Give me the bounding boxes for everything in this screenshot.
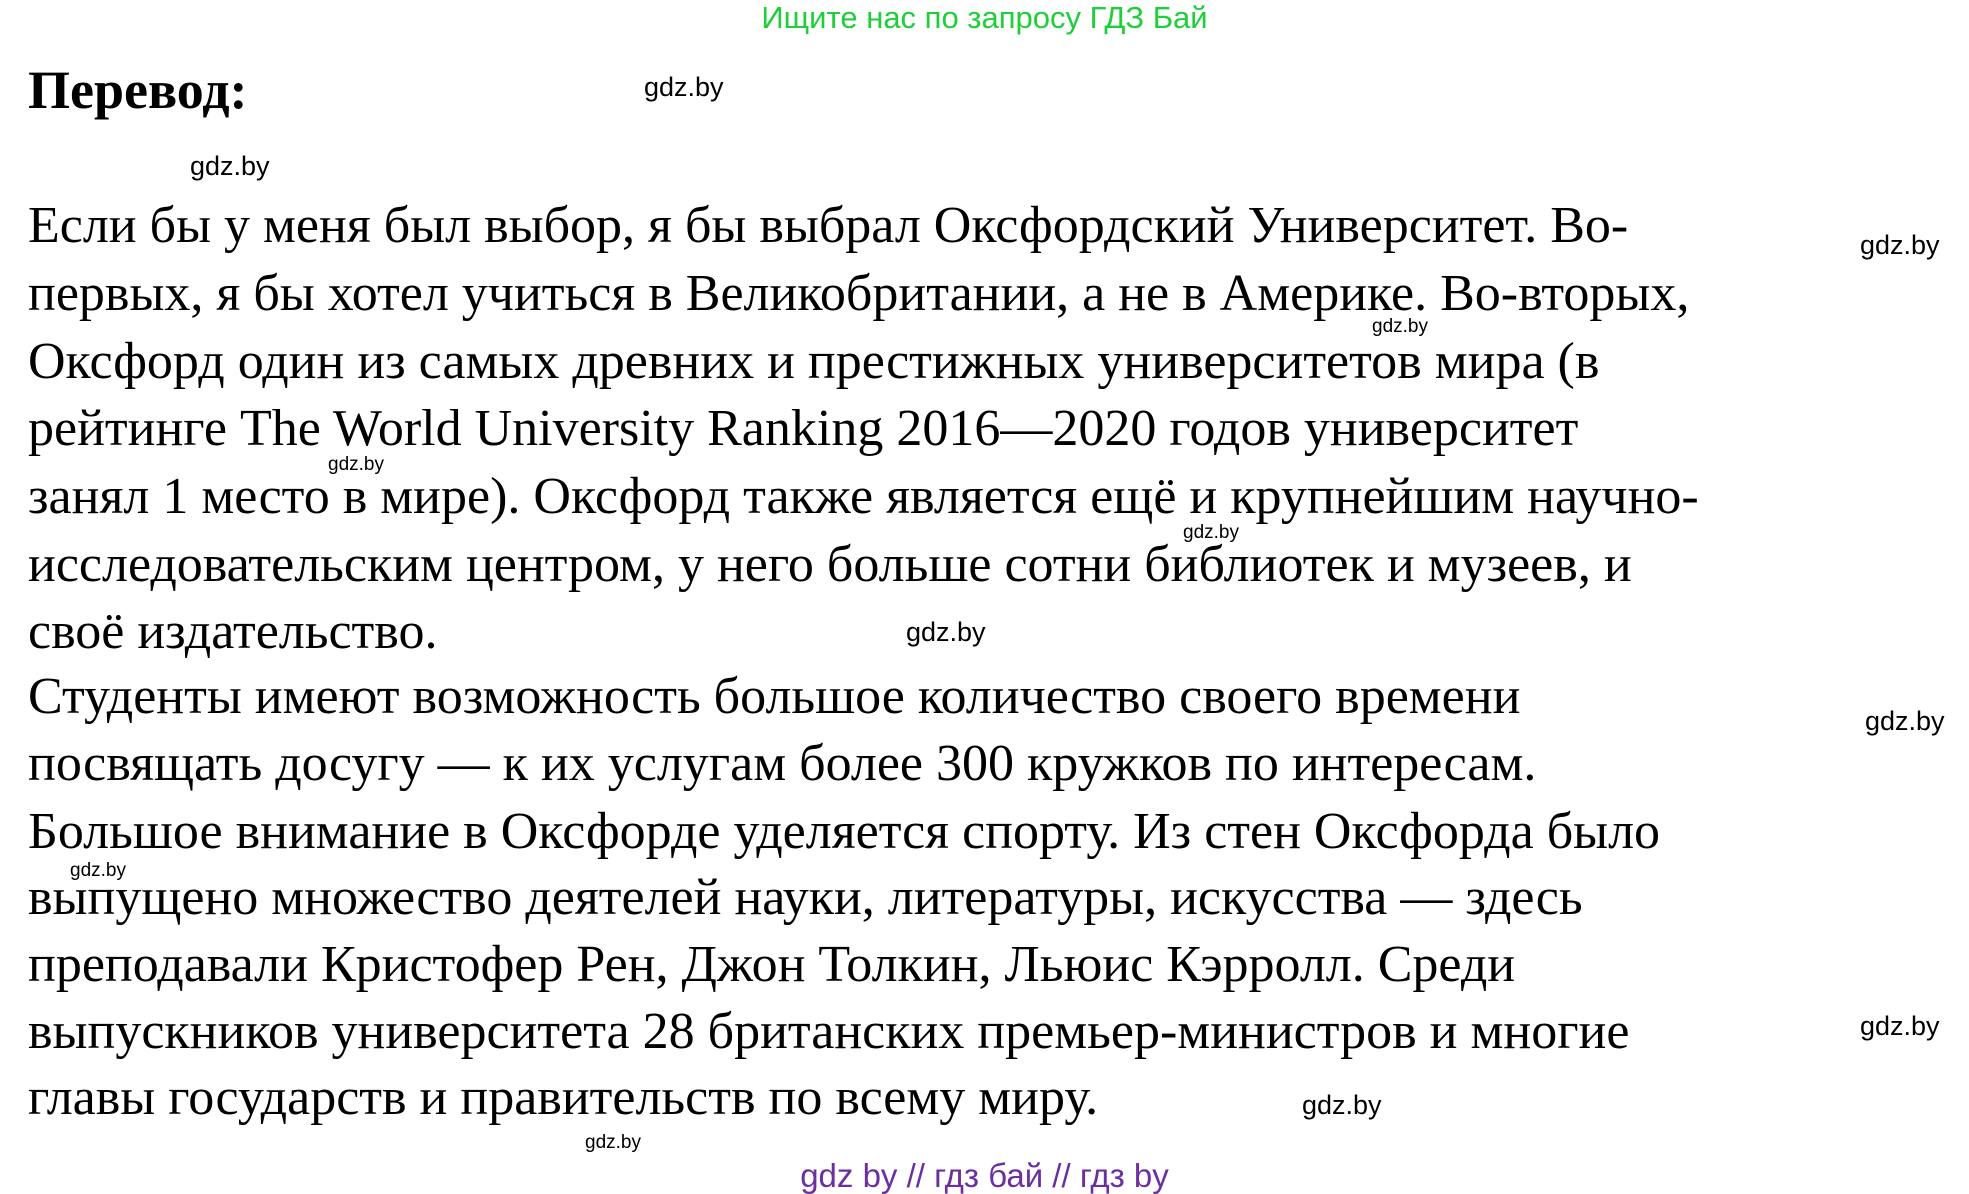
watermark: gdz.by [328,454,384,475]
watermark: gdz.by [1183,522,1239,543]
watermark: gdz.by [1860,1011,1940,1041]
text-line: Студенты имеют возможность большое колич… [28,668,1521,725]
text-line: Большое внимание в Оксфорде уделяется сп… [28,803,1661,860]
text-line: Оксфорд один из самых древних и престижн… [28,333,1600,390]
text-line: посвящать досугу — к их услугам более 30… [28,735,1537,792]
watermark: gdz.by [70,860,126,881]
watermark: gdz.by [1302,1090,1382,1120]
watermark: gdz.by [1372,316,1428,337]
watermark: gdz.by [1865,706,1945,736]
watermark: gdz.by [585,1132,641,1153]
watermark: gdz.by [906,617,986,647]
page-title: Перевод: [28,60,248,120]
text-line: главы государств и правительств по всему… [28,1069,1099,1126]
text-line: своё издательство. [28,603,438,660]
text-line: исследовательским центром, у него больше… [28,536,1632,593]
site-banner: Ищите нас по запросу ГДЗ Бай [761,0,1208,35]
text-line: рейтинге The World University Ranking 20… [28,400,1579,457]
text-line: выпущено множество деятелей науки, литер… [28,869,1583,926]
text-line: Если бы у меня был выбор, я бы выбрал Ок… [28,197,1629,254]
footer-links: gdz by // гдз бай // гдз by [800,1157,1169,1194]
text-line: выпускников университета 28 британских п… [28,1003,1630,1060]
watermark: gdz.by [1860,230,1940,260]
text-line: преподавали Кристофер Рен, Джон Толкин, … [28,936,1516,993]
text-line: занял 1 место в мире). Оксфорд также явл… [28,468,1699,525]
watermark: gdz.by [644,72,724,102]
watermark: gdz.by [190,151,270,181]
text-line: первых, я бы хотел учиться в Великобрита… [28,265,1690,322]
